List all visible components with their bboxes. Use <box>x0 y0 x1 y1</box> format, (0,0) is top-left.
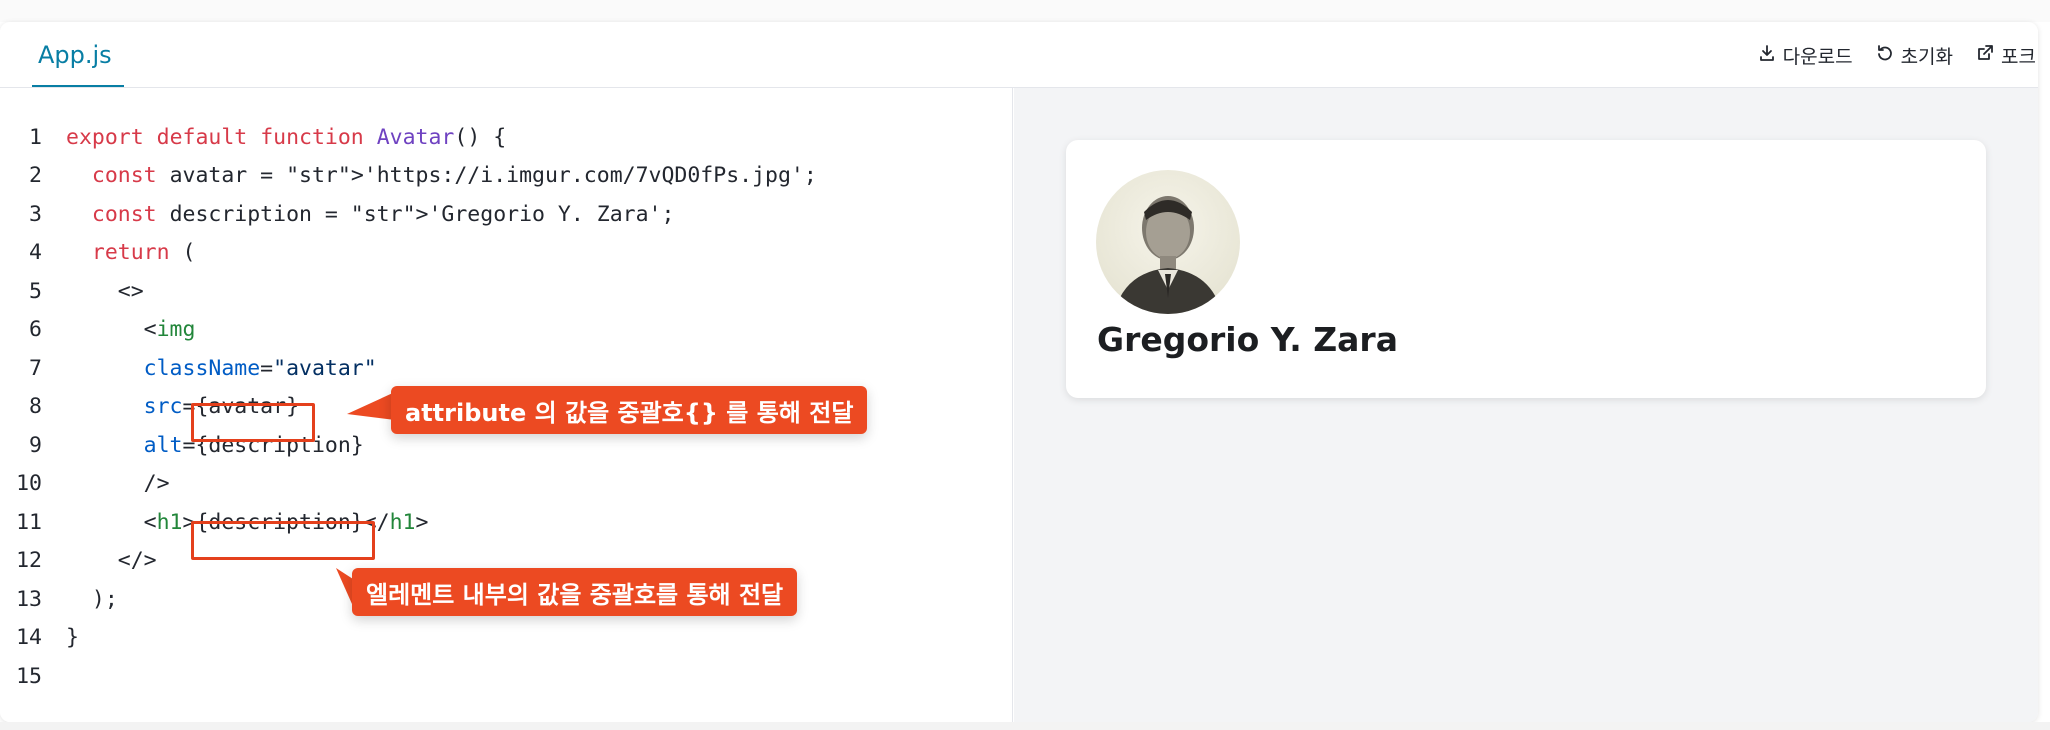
top-strip <box>0 0 2050 22</box>
download-icon <box>1757 43 1777 68</box>
callout-attribute: attribute 의 값을 중괄호{} 를 통해 전달 <box>391 386 868 434</box>
code-line[interactable]: 15 <box>0 657 1012 696</box>
tab-label: App.js <box>38 41 112 69</box>
line-number: 4 <box>29 240 42 266</box>
avatar-photo-icon <box>1114 196 1222 314</box>
code-text: <img <box>66 317 196 343</box>
toolbar: 다운로드 초기화 포크 <box>1757 22 2038 88</box>
reset-button[interactable]: 초기화 <box>1875 42 1953 69</box>
line-number: 2 <box>29 163 42 189</box>
download-label: 다운로드 <box>1782 45 1853 68</box>
code-text: /> <box>66 471 170 497</box>
code-text: const description = "str">'Gregorio Y. Z… <box>91 201 675 227</box>
download-button[interactable]: 다운로드 <box>1757 42 1853 69</box>
avatar <box>1096 170 1240 314</box>
line-number: 3 <box>29 201 42 227</box>
code-line[interactable]: 5 <> <box>0 272 1012 311</box>
code-text: const avatar = "str">'https://i.imgur.co… <box>91 163 817 189</box>
code-text: } <box>66 625 79 651</box>
code-line[interactable]: 6 <img <box>0 311 1012 350</box>
line-number: 6 <box>29 317 42 343</box>
tab-active-underline <box>32 85 124 87</box>
tab-app-js[interactable]: App.js <box>32 22 118 88</box>
code-line[interactable]: 2 const avatar = "str">'https://i.imgur.… <box>0 157 1012 196</box>
code-line[interactable]: 14} <box>0 619 1012 658</box>
line-number: 12 <box>16 548 42 574</box>
line-number: 15 <box>16 663 42 689</box>
code-line[interactable]: 3 const description = "str">'Gregorio Y.… <box>0 195 1012 234</box>
code-text: </> <box>66 548 157 574</box>
line-number: 1 <box>29 124 42 150</box>
line-number: 14 <box>16 625 42 651</box>
code-line[interactable]: 10 /> <box>0 465 1012 504</box>
reset-icon <box>1875 43 1895 68</box>
sandbox-window: App.js 다운로드 초기화 포크 1 export default func… <box>0 22 2038 722</box>
line-number: 13 <box>16 586 42 612</box>
code-editor[interactable]: 1 export default function Avatar() { 2 con… <box>0 88 1013 722</box>
reset-label: 초기화 <box>1900 45 1954 68</box>
bottom-strip <box>0 722 2050 730</box>
code-text: ); <box>66 586 118 612</box>
code-text: className="avatar" <box>143 355 377 381</box>
external-link-icon <box>1975 43 1995 68</box>
avatar-name-heading: Gregorio Y. Zara <box>1097 320 1398 359</box>
code-line[interactable]: 11 <h1>{description}</h1> <box>0 503 1012 542</box>
line-number: 10 <box>16 471 42 497</box>
code-text: export default function Avatar() { <box>66 124 507 150</box>
tab-bar: App.js 다운로드 초기화 포크 <box>0 22 2038 88</box>
fork-button[interactable]: 포크 <box>1975 42 2036 69</box>
code-text: <> <box>66 278 144 304</box>
fork-label: 포크 <box>2001 45 2036 68</box>
callout-attr-pointer <box>347 392 395 420</box>
code-line[interactable]: 7 className="avatar" <box>0 349 1012 388</box>
line-number: 11 <box>16 509 42 535</box>
preview-pane: Gregorio Y. Zara <box>1014 88 2038 722</box>
callout-element: 엘레멘트 내부의 값을 중괄호를 통해 전달 <box>352 568 798 616</box>
preview-card: Gregorio Y. Zara <box>1066 140 1986 398</box>
line-number: 7 <box>29 355 42 381</box>
callout-element-text: 엘레멘트 내부의 값을 중괄호를 통해 전달 <box>366 580 784 609</box>
line-number: 9 <box>29 432 42 458</box>
line-number: 5 <box>29 278 42 304</box>
highlight-description-expression <box>191 521 375 560</box>
code-text: return ( <box>91 240 196 266</box>
code-line[interactable]: 1 export default function Avatar() { <box>0 118 1012 157</box>
callout-attribute-text: attribute 의 값을 중괄호{} 를 통해 전달 <box>405 398 854 427</box>
highlight-avatar-expression <box>191 403 315 442</box>
line-number: 8 <box>29 394 42 420</box>
code-line[interactable]: 4 return ( <box>0 234 1012 273</box>
